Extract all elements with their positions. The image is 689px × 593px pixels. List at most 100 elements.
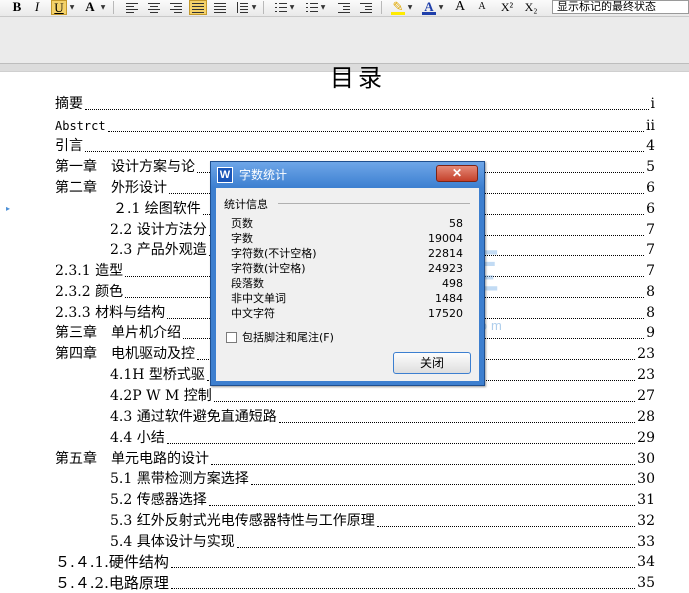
- stat-value: 58: [449, 217, 463, 230]
- italic-button[interactable]: I: [31, 0, 43, 15]
- toc-page-number: 8: [646, 305, 655, 321]
- toc-page-number: 9: [646, 325, 655, 341]
- toc-entry-text: 第五章 单元电路的设计: [55, 449, 209, 469]
- word-count-dialog: W 字数统计 ✕ 统计信息 页数 58 字数 19004 字符数(不计空格) 22814 字…: [210, 161, 485, 386]
- increase-indent-icon[interactable]: [338, 2, 350, 13]
- group-divider: [278, 203, 470, 204]
- toc-entry[interactable]: 摘要 i: [55, 94, 655, 114]
- stat-row: 页数 58: [231, 216, 463, 231]
- stat-label: 段落数: [231, 277, 264, 290]
- distributed-align-icon[interactable]: [214, 2, 226, 13]
- toc-entry-text: 4.4 小结: [110, 428, 165, 448]
- superscript-button[interactable]: X²: [498, 0, 516, 15]
- toc-entry[interactable]: 4.2P W M 控制 27: [110, 386, 655, 406]
- toc-entry-text: 4.3 通过软件避免直通短路: [110, 407, 277, 427]
- toc-entry[interactable]: 引言 4: [55, 136, 655, 156]
- markup-status-select[interactable]: 显示标记的最终状态: [552, 0, 689, 14]
- include-footnotes-label[interactable]: 包括脚注和尾注(F): [242, 331, 334, 345]
- toolbar-area: [0, 17, 689, 63]
- subscript-button[interactable]: X₂: [522, 0, 540, 15]
- toc-leader: [171, 588, 635, 589]
- shrink-font-button[interactable]: A: [476, 0, 488, 15]
- toc-entry-text: 第二章 外形设计: [55, 178, 167, 198]
- text-color-dropdown-icon[interactable]: ▼: [438, 0, 444, 15]
- toc-entry-text: 4.1H 型桥式驱: [110, 365, 205, 385]
- align-justify-button[interactable]: [189, 0, 207, 15]
- stat-value: 498: [442, 277, 463, 290]
- line-spacing-icon[interactable]: [236, 2, 248, 13]
- toc-leader: [167, 443, 635, 444]
- toc-leader: [251, 484, 635, 485]
- toc-leader: [237, 547, 635, 548]
- toc-entry-text: 5.4 具体设计与实现: [110, 532, 235, 552]
- toc-leader: [211, 464, 635, 465]
- bullet-list-icon[interactable]: [306, 2, 318, 13]
- font-color-dropdown-icon[interactable]: ▼: [100, 0, 106, 15]
- toc-page-number: 28: [637, 409, 655, 425]
- align-left-icon[interactable]: [126, 2, 138, 13]
- close-icon[interactable]: ✕: [436, 165, 478, 182]
- formatting-toolbar: B I U ▼ A ▼ ▼ ▼ ▼ ✎ ▼ A ▼ A A X² X₂ 显示标记…: [0, 0, 689, 17]
- numbered-list-icon[interactable]: [275, 2, 287, 13]
- stat-row: 段落数 498: [231, 276, 463, 291]
- wps-app-icon: W: [217, 167, 233, 183]
- stat-row: 字符数(计空格) 24923: [231, 261, 463, 276]
- decrease-indent-icon[interactable]: [360, 2, 372, 13]
- dialog-body: 统计信息 页数 58 字数 19004 字符数(不计空格) 22814 字符数(计空格) 24…: [216, 188, 479, 381]
- highlight-icon[interactable]: ✎: [391, 0, 405, 15]
- toc-page-number: i: [650, 96, 655, 112]
- toc-entry[interactable]: 5.3 红外反射式光电传感器特性与工作原理 32: [110, 511, 655, 531]
- stat-row: 字符数(不计空格) 22814: [231, 246, 463, 261]
- dialog-title: 字数统计: [239, 168, 288, 182]
- toc-page-number: 27: [637, 388, 655, 404]
- toc-leader: [377, 526, 635, 527]
- toc-entry[interactable]: ５.４.2.电路原理 35: [55, 573, 655, 593]
- toc-page-number: 30: [637, 471, 655, 487]
- toc-entry[interactable]: 5.1 黑带检测方案选择 30: [110, 469, 655, 489]
- toc-page-number: ii: [646, 118, 655, 134]
- toc-entry[interactable]: 第五章 单元电路的设计 30: [55, 449, 655, 469]
- toc-page-number: 30: [637, 451, 655, 467]
- toc-page-number: 6: [646, 201, 655, 217]
- toc-entry[interactable]: 4.4 小结 29: [110, 428, 655, 448]
- numbered-list-dropdown-icon[interactable]: ▼: [289, 0, 295, 15]
- highlight-dropdown-icon[interactable]: ▼: [407, 0, 413, 15]
- close-button[interactable]: 关闭: [393, 352, 471, 374]
- toc-entry-text: 摘要: [55, 94, 83, 114]
- align-center-icon[interactable]: [148, 2, 160, 13]
- dialog-titlebar[interactable]: W 字数统计 ✕: [211, 162, 484, 188]
- toc-entry-text: 5.2 传感器选择: [110, 490, 207, 510]
- toc-page-number: 33: [637, 534, 655, 550]
- stat-label: 字符数(不计空格): [231, 247, 317, 260]
- toc-page-number: 7: [646, 222, 655, 238]
- toc-page-number: 23: [637, 346, 655, 362]
- toc-leader: [108, 131, 644, 132]
- toc-entry[interactable]: 5.4 具体设计与实现 33: [110, 532, 655, 552]
- toc-page-number: 6: [646, 180, 655, 196]
- toc-entry[interactable]: Abstrct ii: [55, 116, 655, 136]
- margin-marker-icon: ▸: [6, 204, 11, 213]
- toc-entry[interactable]: 5.2 传感器选择 31: [110, 490, 655, 510]
- underline-button[interactable]: U: [51, 0, 67, 15]
- toc-entry-text: 第四章 电机驱动及控: [55, 344, 195, 364]
- toc-page-number: 7: [646, 263, 655, 279]
- include-footnotes-checkbox[interactable]: [226, 332, 237, 343]
- toc-page-number: 4: [646, 138, 655, 154]
- font-color-button[interactable]: A: [83, 0, 97, 15]
- toc-entry-text: 第一章 设计方案与论: [55, 157, 195, 177]
- bullet-list-dropdown-icon[interactable]: ▼: [320, 0, 326, 15]
- toc-entry[interactable]: ５.４.1.硬件结构 34: [55, 552, 655, 572]
- toc-page-number: 32: [637, 513, 655, 529]
- grow-font-button[interactable]: A: [453, 0, 467, 15]
- line-spacing-dropdown-icon[interactable]: ▼: [251, 0, 257, 15]
- bold-button[interactable]: B: [10, 0, 24, 15]
- toc-entry-text: ５.４.1.硬件结构: [55, 552, 169, 572]
- toc-page-number: 34: [637, 554, 655, 570]
- align-right-icon[interactable]: [170, 2, 182, 13]
- toolbar-separator: [113, 1, 114, 14]
- underline-dropdown-icon[interactable]: ▼: [69, 0, 75, 15]
- toc-entry[interactable]: 4.3 通过软件避免直通短路 28: [110, 407, 655, 427]
- text-color-button[interactable]: A: [422, 0, 436, 15]
- toc-page-number: 23: [637, 367, 655, 383]
- stat-label: 非中文单词: [231, 292, 286, 305]
